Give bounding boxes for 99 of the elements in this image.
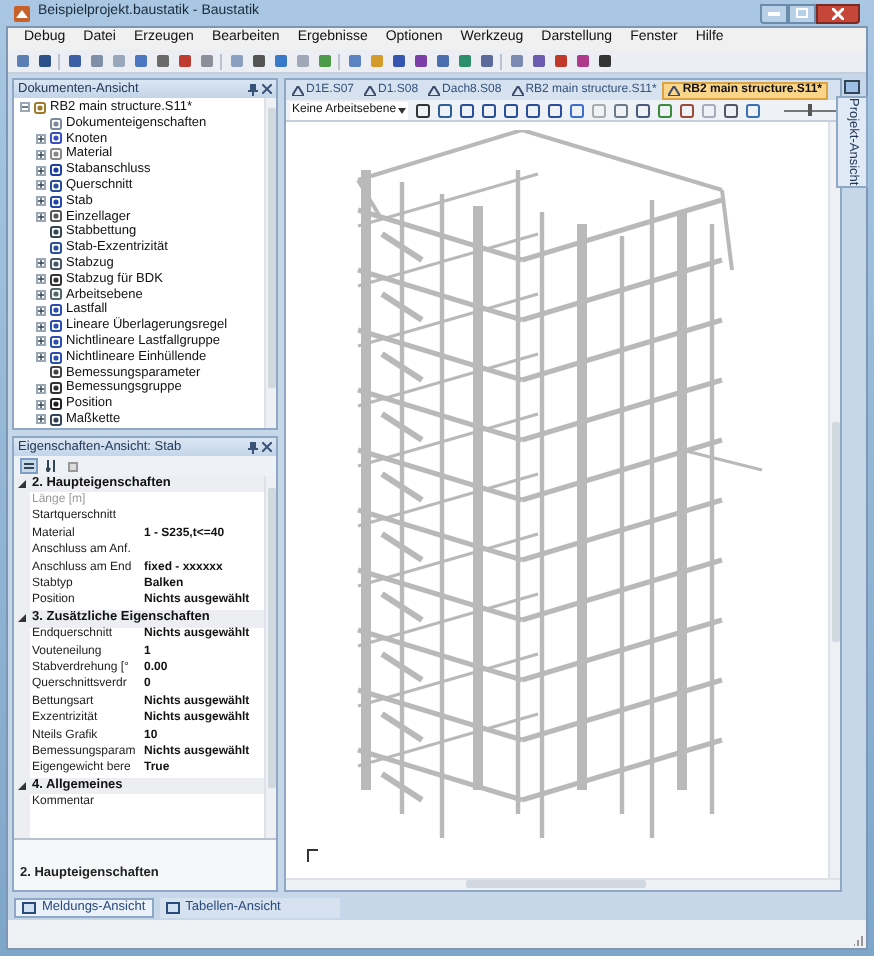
square-icon (437, 103, 452, 117)
expander-button[interactable] (36, 399, 46, 410)
expander-button[interactable] (36, 352, 46, 363)
symbol-icon (50, 304, 62, 317)
square-icon (635, 103, 650, 117)
window-icon (844, 80, 860, 94)
square-icon (413, 54, 427, 68)
expander-button[interactable] (36, 321, 46, 332)
scrollbar[interactable] (828, 122, 840, 878)
expander-button[interactable] (36, 165, 46, 176)
expander-button[interactable] (36, 211, 46, 222)
caret-icon (18, 782, 26, 791)
square-icon (111, 54, 125, 68)
scrollbar[interactable] (264, 98, 276, 428)
square-icon (457, 54, 471, 68)
expander-button[interactable] (36, 274, 46, 285)
sort-icon (45, 460, 57, 472)
symbol-icon (50, 382, 62, 395)
caret-icon (18, 480, 26, 489)
square-icon (553, 54, 567, 68)
square-icon (701, 103, 716, 117)
square-icon (391, 54, 405, 68)
close-icon[interactable] (262, 442, 272, 452)
square-icon (481, 103, 496, 117)
square-icon (369, 54, 383, 68)
square-icon (415, 103, 430, 117)
square-icon (525, 103, 540, 117)
page-icon (68, 461, 78, 471)
square-icon (459, 103, 474, 117)
square-icon (37, 54, 51, 68)
square-icon (547, 103, 562, 117)
square-icon (745, 103, 760, 117)
square-icon (569, 103, 584, 117)
expander-button[interactable] (36, 305, 46, 316)
square-icon (591, 103, 606, 117)
square-icon (657, 103, 672, 117)
square-icon (15, 54, 29, 68)
minimize-button[interactable] (760, 3, 788, 23)
structure-icon (668, 86, 681, 96)
caret-icon (18, 614, 26, 623)
symbol-icon (50, 148, 62, 161)
square-icon (273, 54, 287, 68)
square-icon (575, 54, 589, 68)
square-icon (597, 54, 611, 68)
close-icon[interactable] (262, 84, 272, 94)
expander-button[interactable] (36, 196, 46, 207)
scrollbar[interactable] (286, 878, 840, 890)
categorized-button[interactable] (20, 458, 38, 474)
close-button[interactable] (816, 3, 860, 23)
square-icon (531, 54, 545, 68)
axis-icon (306, 848, 318, 862)
expander-button[interactable] (36, 383, 46, 394)
square-icon (199, 54, 213, 68)
expander-button[interactable] (36, 180, 46, 191)
square-icon (155, 54, 169, 68)
square-icon (723, 103, 738, 117)
expander-button[interactable] (36, 336, 46, 347)
sort-button[interactable] (42, 458, 60, 474)
maximize-icon (796, 8, 808, 18)
pin-icon[interactable] (248, 441, 258, 453)
maximize-button[interactable] (788, 3, 816, 23)
close-icon (832, 7, 844, 19)
square-icon (347, 54, 361, 68)
window-icon (165, 902, 180, 914)
caret-icon (398, 107, 407, 113)
list-icon (24, 461, 34, 471)
expander-button[interactable] (36, 289, 46, 300)
square-icon (503, 103, 518, 117)
scrollbar[interactable] (264, 476, 276, 838)
structure-icon (428, 86, 441, 96)
square-icon (251, 54, 265, 68)
square-icon (435, 54, 449, 68)
expander-button[interactable] (36, 414, 46, 425)
app-icon (14, 5, 30, 21)
expander-button[interactable] (36, 133, 46, 144)
square-icon (479, 54, 493, 68)
expander-button[interactable] (36, 149, 46, 160)
square-icon (613, 103, 628, 117)
structure-icon (292, 86, 304, 96)
square-icon (133, 54, 147, 68)
expander-button[interactable] (20, 102, 30, 113)
minimize-icon (768, 11, 780, 15)
square-icon (67, 54, 81, 68)
structure-icon (511, 86, 524, 96)
square-icon (509, 54, 523, 68)
zoom-slider[interactable] (784, 104, 836, 116)
square-icon (177, 54, 191, 68)
structure-icon (364, 86, 377, 96)
square-icon (317, 54, 331, 68)
symbol-icon (50, 226, 62, 239)
square-icon (229, 54, 243, 68)
expander-button[interactable] (36, 258, 46, 269)
pin-icon[interactable] (248, 83, 258, 95)
square-icon (89, 54, 103, 68)
square-icon (679, 103, 694, 117)
window-icon (22, 902, 36, 914)
square-icon (295, 54, 309, 68)
resize-grip-icon[interactable] (854, 936, 864, 946)
symbol-icon (34, 101, 46, 114)
